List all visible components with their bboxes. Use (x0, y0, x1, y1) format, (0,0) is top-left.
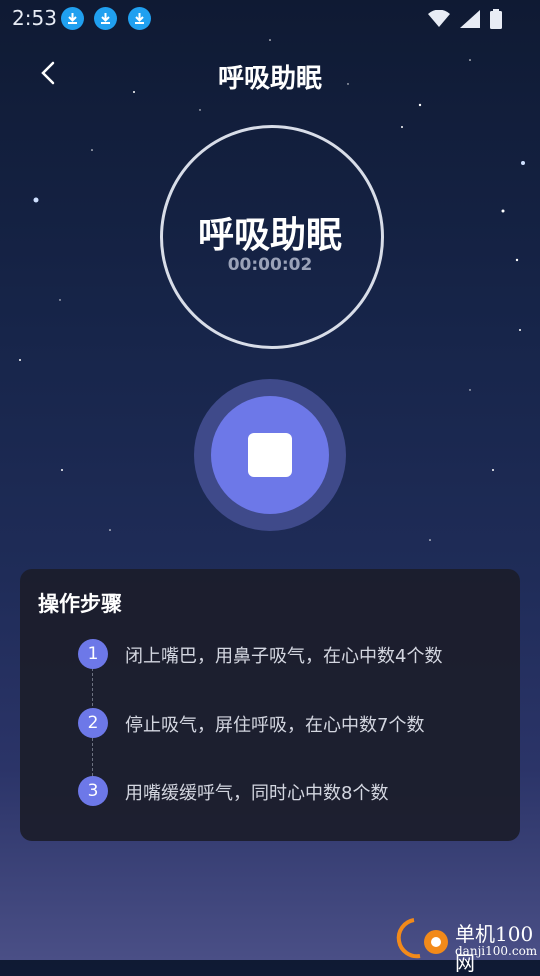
steps-panel-title: 操作步骤 (38, 592, 122, 616)
stop-icon (248, 433, 292, 477)
download-icon (61, 7, 84, 30)
session-title: 呼吸助眠 (197, 215, 342, 256)
step-number: 3 (78, 776, 108, 806)
step-text: 闭上嘴巴，用鼻子吸气，在心中数4个数 (125, 646, 443, 667)
download-icon (94, 7, 117, 30)
step-text: 停止吸气，屏住呼吸，在心中数7个数 (125, 715, 425, 736)
signal-icon (460, 10, 480, 28)
wifi-icon (428, 10, 450, 27)
page-title: 呼吸助眠 (217, 64, 322, 94)
battery-icon (490, 9, 502, 29)
watermark-url: danji100.com (455, 944, 538, 958)
step-number: 1 (78, 639, 108, 669)
step-text: 用嘴缓缓呼气，同时心中数8个数 (125, 783, 389, 804)
watermark-logo-icon (396, 918, 448, 959)
download-icon (128, 7, 151, 30)
system-icons (428, 9, 502, 29)
status-time: 2:53 (12, 6, 57, 30)
step-number: 2 (78, 708, 108, 738)
status-bar: 2:53 (0, 0, 540, 36)
session-timer: 00:00:02 (227, 255, 313, 275)
